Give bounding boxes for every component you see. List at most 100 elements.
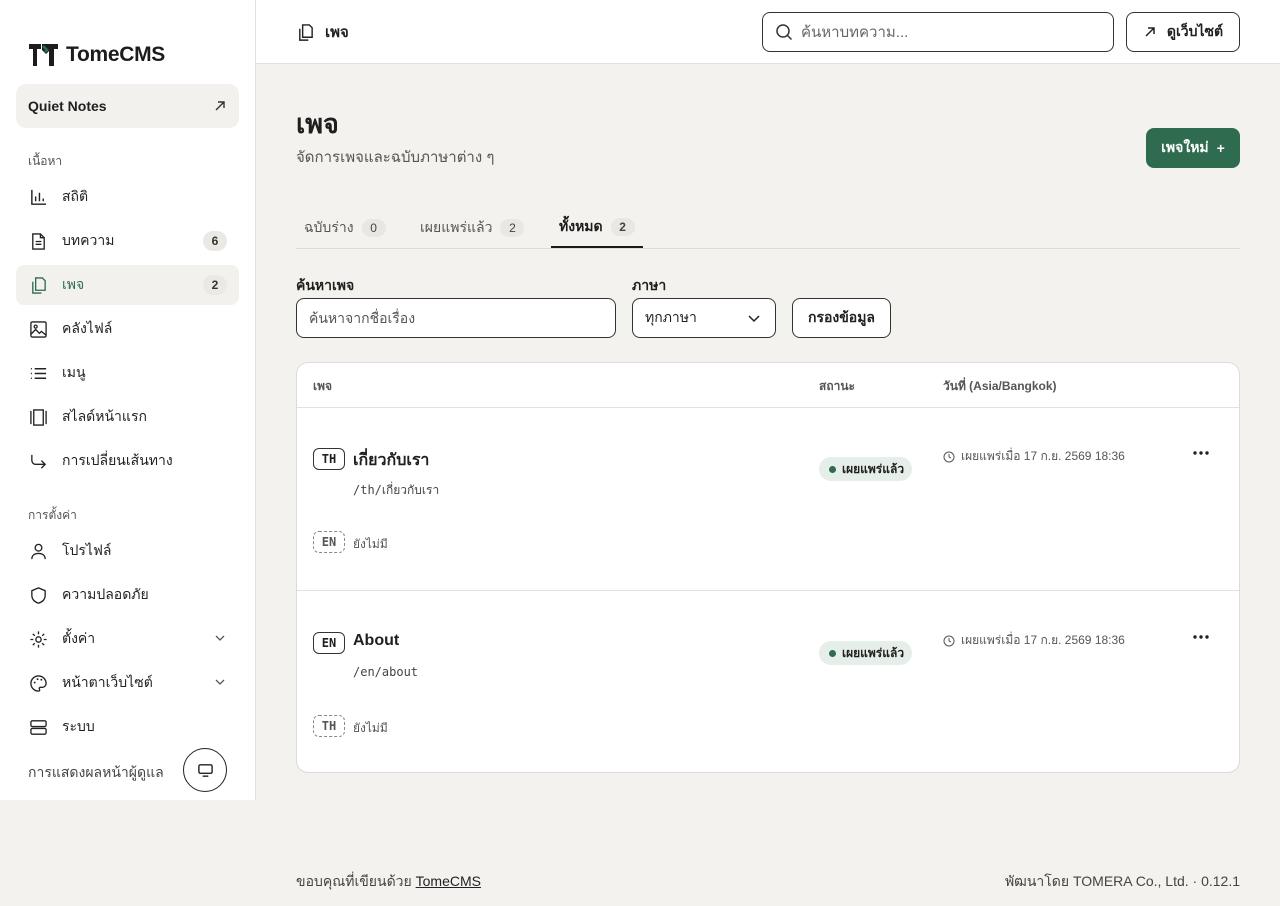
sidebar-item-settings[interactable]: ตั้งค่า <box>16 619 239 659</box>
pages-icon <box>28 275 48 295</box>
filter-button[interactable]: กรองข้อมูล <box>792 298 891 338</box>
clock-icon <box>943 635 955 646</box>
chevron-down-icon <box>748 315 760 323</box>
pages-icon <box>299 23 313 41</box>
tab-count: 2 <box>500 219 525 237</box>
status-dot-icon <box>829 649 836 657</box>
row-actions-button[interactable] <box>1189 443 1213 463</box>
footer-tomecms-link[interactable]: TomeCMS <box>416 873 481 889</box>
tab-all[interactable]: ทั้งหมด 2 <box>551 208 643 248</box>
language-select[interactable]: ทุกภาษา <box>632 298 776 338</box>
page-title-link[interactable]: About <box>353 632 399 650</box>
tab-published[interactable]: เผยแพร่แล้ว 2 <box>412 208 532 248</box>
column-header-status: สถานะ <box>819 379 855 393</box>
title-search-label: ค้นหาเพจ <box>296 277 355 293</box>
publish-date-text: เผยแพร่เมื่อ 17 ก.ย. 2569 18:36 <box>961 449 1125 463</box>
tab-label: ทั้งหมด <box>559 218 603 234</box>
site-name: Quiet Notes <box>28 98 107 114</box>
sidebar-item-posts[interactable]: บทความ 6 <box>16 221 239 261</box>
view-site-label: ดูเว็บไซต์ <box>1166 23 1224 39</box>
logo[interactable]: TomeCMS <box>28 42 165 68</box>
sidebar-item-slides[interactable]: สไลด์หน้าแรก <box>16 397 239 437</box>
sidebar-item-label: สถิติ <box>62 188 89 204</box>
chevron-down-icon <box>213 675 227 692</box>
missing-translation-text: ยังไม่มี <box>353 721 388 735</box>
pages-table: เพจ สถานะ วันที่ (Asia/Bangkok) TH เกี่ย… <box>296 362 1240 773</box>
site-switcher[interactable]: Quiet Notes <box>16 84 239 128</box>
sidebar-item-security[interactable]: ความปลอดภัย <box>16 575 239 615</box>
global-search[interactable] <box>762 12 1114 52</box>
sidebar-item-stats[interactable]: สถิติ <box>16 177 239 217</box>
more-horizontal-icon <box>1193 451 1209 455</box>
sidebar: TomeCMS Quiet Notes เนื้อหา สถิติ บทความ… <box>0 0 256 800</box>
sidebar-item-label: บทความ <box>62 232 115 248</box>
status-label: เผยแพร่แล้ว <box>842 645 905 660</box>
display-mode-button[interactable] <box>183 748 227 792</box>
sidebar-item-appearance[interactable]: หน้าตาเว็บไซต์ <box>16 663 239 703</box>
row-actions-button[interactable] <box>1189 627 1213 647</box>
page-title: เพจ <box>296 109 339 139</box>
sidebar-item-label: ตั้งค่า <box>62 630 96 646</box>
title-search-input[interactable] <box>296 298 616 338</box>
sidebar-item-redirects[interactable]: การเปลี่ยนเส้นทาง <box>16 441 239 481</box>
sidebar-item-media[interactable]: คลังไฟล์ <box>16 309 239 349</box>
status-label: เผยแพร่แล้ว <box>842 461 905 476</box>
table-row: TH เกี่ยวกับเรา /th/เกี่ยวกับเรา EN ยังไ… <box>297 407 1239 590</box>
user-icon <box>28 541 48 561</box>
sidebar-item-label: สไลด์หน้าแรก <box>62 408 147 424</box>
column-header-date: วันที่ (Asia/Bangkok) <box>943 379 1057 393</box>
sidebar-item-label: การเปลี่ยนเส้นทาง <box>62 452 173 468</box>
search-input[interactable] <box>801 23 1101 41</box>
sidebar-item-label: เมนู <box>62 364 86 380</box>
arrow-up-right-icon <box>215 101 225 111</box>
publish-date: เผยแพร่เมื่อ 17 ก.ย. 2569 18:36 <box>943 631 1125 650</box>
tab-drafts[interactable]: ฉบับร่าง 0 <box>296 208 394 248</box>
more-horizontal-icon <box>1193 635 1209 639</box>
missing-language-badge[interactable]: EN <box>313 531 345 553</box>
image-icon <box>28 319 48 339</box>
sidebar-item-system[interactable]: ระบบ <box>16 707 239 747</box>
topbar: เพจ ดูเว็บไซต์ <box>256 0 1280 64</box>
section-label-settings: การตั้งค่า <box>28 508 77 522</box>
arrow-up-right-icon <box>1145 27 1155 37</box>
chevron-down-icon <box>213 631 227 648</box>
publish-date: เผยแพร่เมื่อ 17 ก.ย. 2569 18:36 <box>943 447 1125 466</box>
sidebar-item-pages[interactable]: เพจ 2 <box>16 265 239 305</box>
sidebar-item-profile[interactable]: โปรไฟล์ <box>16 531 239 571</box>
slides-icon <box>28 407 48 427</box>
sidebar-item-label: ความปลอดภัย <box>62 586 149 602</box>
status-tabs: ฉบับร่าง 0 เผยแพร่แล้ว 2 ทั้งหมด 2 <box>296 208 1240 249</box>
sidebar-item-menus[interactable]: เมนู <box>16 353 239 393</box>
page-subtitle: จัดการเพจและฉบับภาษาต่าง ๆ <box>296 149 495 166</box>
view-site-button[interactable]: ดูเว็บไซต์ <box>1126 12 1240 52</box>
sidebar-item-label: คลังไฟล์ <box>62 320 113 336</box>
section-label-content: เนื้อหา <box>28 154 63 168</box>
breadcrumb: เพจ <box>296 20 349 44</box>
missing-translation-text: ยังไม่มี <box>353 537 388 551</box>
pages-count-badge: 2 <box>203 275 227 295</box>
breadcrumb-current: เพจ <box>325 24 349 41</box>
column-header-page: เพจ <box>313 379 333 393</box>
status-badge: เผยแพร่แล้ว <box>819 457 913 481</box>
tab-label: เผยแพร่แล้ว <box>420 219 493 235</box>
publish-date-text: เผยแพร่เมื่อ 17 ก.ย. 2569 18:36 <box>961 633 1125 647</box>
clock-icon <box>943 451 955 462</box>
plus-icon: + <box>1216 140 1225 156</box>
language-select-value: ทุกภาษา <box>645 309 697 325</box>
brand-name: TomeCMS <box>66 43 166 66</box>
list-icon <box>28 363 48 383</box>
sidebar-item-label: เพจ <box>62 276 85 292</box>
new-page-button[interactable]: เพจใหม่ + <box>1146 128 1240 168</box>
page-title-link[interactable]: เกี่ยวกับเรา <box>353 448 429 473</box>
chart-icon <box>28 187 48 207</box>
gear-icon <box>28 629 48 649</box>
language-badge: TH <box>313 448 345 470</box>
document-icon <box>28 231 48 251</box>
footer-credit: พัฒนาโดย TOMERA Co., Ltd. · 0.12.1 <box>1004 873 1240 889</box>
server-icon <box>28 717 48 737</box>
missing-language-badge[interactable]: TH <box>313 715 345 737</box>
status-dot-icon <box>829 465 836 473</box>
tome-logo-icon <box>29 44 58 66</box>
search-icon <box>776 24 793 41</box>
tab-count: 2 <box>610 218 635 236</box>
